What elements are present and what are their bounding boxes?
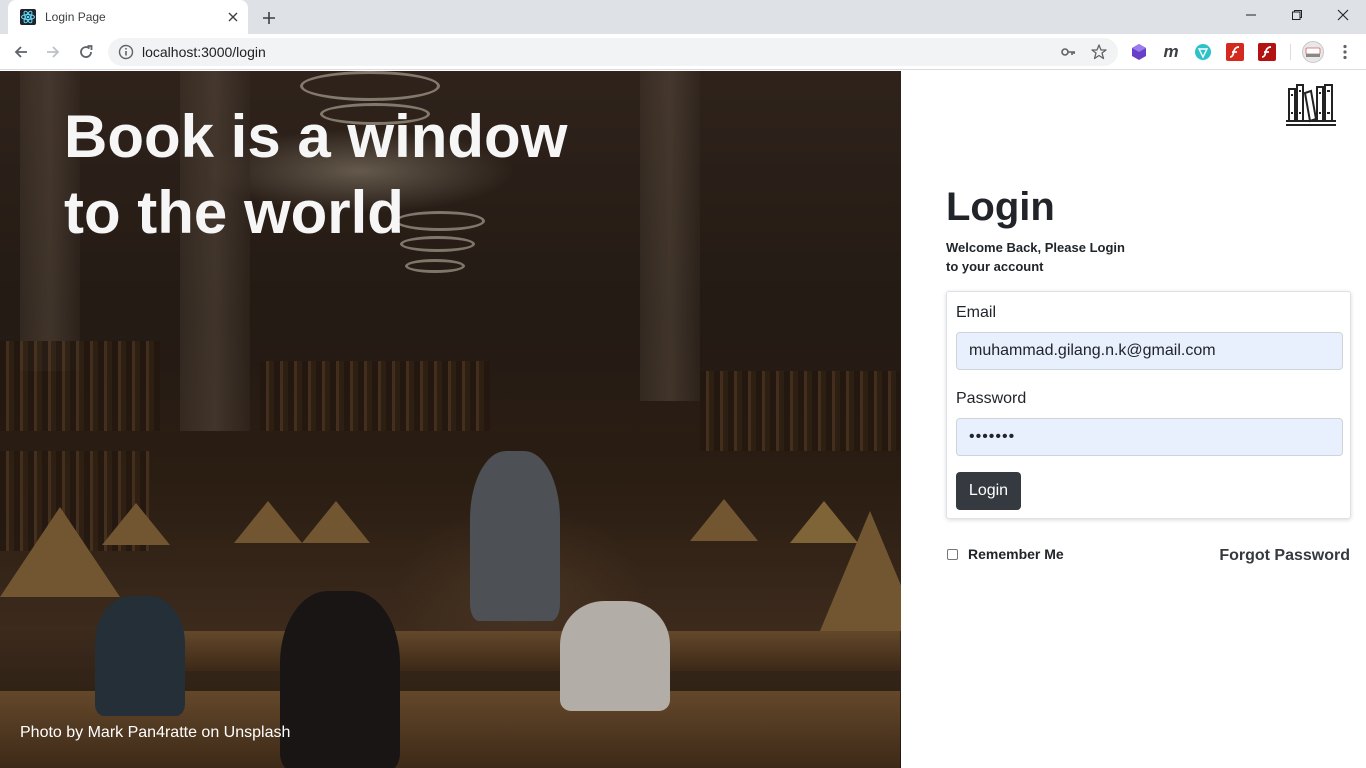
reload-icon[interactable] — [74, 40, 98, 64]
tab-strip: Login Page — [0, 0, 1366, 34]
toolbar-separator — [1290, 44, 1291, 60]
photo-credit: Photo by Mark Pan4ratte on Unsplash — [20, 724, 291, 741]
remember-checkbox[interactable] — [947, 548, 958, 560]
hero-heading: Book is a window to the world — [64, 99, 624, 251]
login-title: Login — [946, 185, 1055, 229]
key-icon[interactable] — [1060, 44, 1076, 60]
forward-arrow-icon[interactable] — [41, 40, 65, 64]
close-icon[interactable] — [224, 8, 242, 26]
page-viewport: Book is a window to the world Photo by M… — [0, 71, 1366, 768]
minimize-icon[interactable] — [1228, 0, 1274, 30]
hero-image: Book is a window to the world Photo by M… — [0, 71, 901, 768]
remember-label: Remember Me — [968, 546, 1064, 562]
restore-icon[interactable] — [1274, 0, 1320, 30]
hero-heading-line1: Book is a window — [64, 103, 568, 170]
email-field[interactable]: muhammad.gilang.n.k@gmail.com — [956, 332, 1343, 370]
login-panel: Login Welcome Back, Please Login to your… — [901, 71, 1366, 768]
extension-flash-icon[interactable] — [1226, 43, 1244, 61]
window-close-icon[interactable] — [1320, 0, 1366, 30]
plus-icon[interactable] — [258, 7, 280, 29]
library-logo-icon — [1284, 83, 1338, 127]
email-label: Email — [956, 304, 997, 321]
info-icon[interactable] — [118, 44, 134, 60]
welcome-line1: Welcome Back, Please Login — [946, 240, 1125, 255]
welcome-line2: to your account — [946, 259, 1044, 274]
react-favicon — [20, 9, 36, 25]
url-text: localhost:3000/login — [142, 44, 266, 60]
password-label: Password — [956, 390, 1027, 407]
tab-title: Login Page — [45, 10, 106, 24]
welcome-text: Welcome Back, Please Login to your accou… — [946, 238, 1146, 276]
extension-flash-player-icon[interactable] — [1258, 43, 1276, 61]
back-arrow-icon[interactable] — [9, 40, 33, 64]
extension-gem-icon[interactable] — [1130, 43, 1148, 61]
star-icon[interactable] — [1090, 43, 1108, 61]
login-form: Email muhammad.gilang.n.k@gmail.com Pass… — [946, 291, 1351, 519]
browser-tab[interactable]: Login Page — [8, 0, 248, 34]
extension-m-icon[interactable]: m — [1162, 42, 1180, 61]
forgot-password-link[interactable]: Forgot Password — [1219, 547, 1350, 565]
hero-heading-line2: to the world — [64, 179, 404, 246]
menu-kebab-icon[interactable] — [1336, 43, 1354, 61]
remember-me[interactable]: Remember Me — [947, 546, 1064, 562]
browser-toolbar: localhost:3000/login m — [0, 34, 1366, 70]
extension-tronlink-icon[interactable] — [1194, 43, 1212, 61]
login-button[interactable]: Login — [956, 472, 1021, 510]
profile-avatar-icon[interactable] — [1302, 41, 1324, 63]
address-bar[interactable]: localhost:3000/login — [108, 38, 1118, 66]
password-field[interactable]: ••••••• — [956, 418, 1343, 456]
